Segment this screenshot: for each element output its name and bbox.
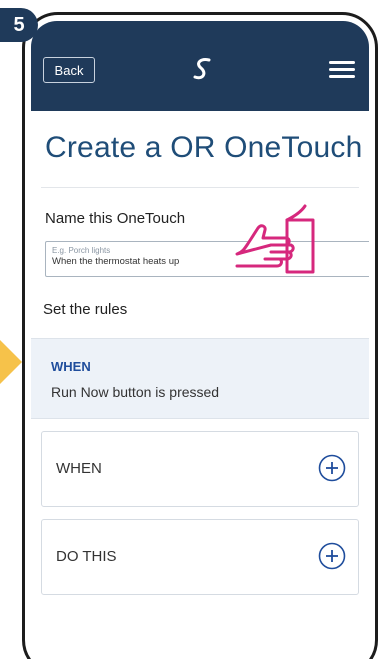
name-input-placeholder: E.g. Porch lights bbox=[52, 246, 111, 255]
hamburger-menu-icon[interactable] bbox=[329, 61, 355, 79]
name-input-value: When the thermostat heats up bbox=[52, 256, 180, 267]
phone-frame: Back Create a OR OneTouch Name this OneT… bbox=[22, 12, 378, 659]
back-button[interactable]: Back bbox=[43, 57, 95, 83]
tap-hand-icon bbox=[235, 204, 315, 274]
when-heading: WHEN bbox=[51, 359, 91, 374]
when-rule-card[interactable]: WHEN bbox=[41, 431, 359, 507]
do-this-rule-label: DO THIS bbox=[56, 548, 117, 565]
when-condition-block[interactable]: WHEN Run Now button is pressed bbox=[31, 338, 369, 419]
page-title: Create a OR OneTouch bbox=[45, 131, 363, 164]
app-header: Back bbox=[31, 21, 369, 111]
when-condition-text: Run Now button is pressed bbox=[51, 384, 220, 400]
rules-section-label: Set the rules bbox=[43, 301, 128, 318]
phone-screen: Back Create a OR OneTouch Name this OneT… bbox=[31, 21, 369, 659]
s-logo-icon[interactable] bbox=[189, 55, 217, 83]
screenshot-stage: 5 Back Create a OR OneTouch Name this On… bbox=[0, 0, 383, 659]
step-number-badge: 5 bbox=[0, 8, 38, 42]
plus-circle-icon[interactable] bbox=[318, 454, 346, 482]
arrow-pointer-icon bbox=[0, 340, 22, 384]
when-rule-label: WHEN bbox=[56, 460, 102, 477]
plus-circle-icon[interactable] bbox=[318, 542, 346, 570]
do-this-rule-card[interactable]: DO THIS bbox=[41, 519, 359, 595]
